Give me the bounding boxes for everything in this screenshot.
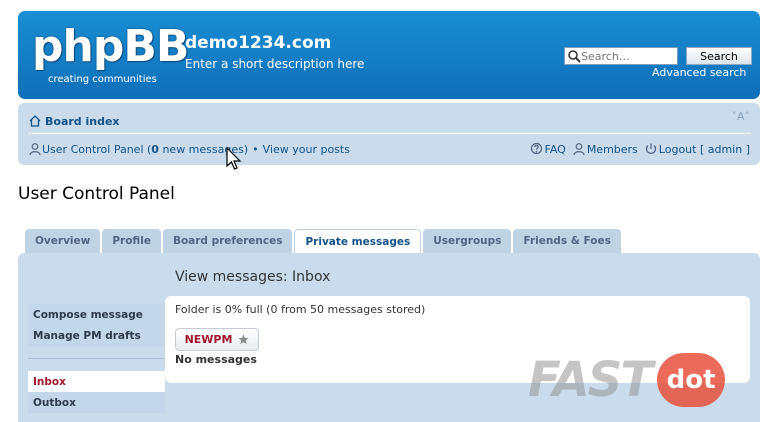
link-separator: •: [252, 142, 259, 156]
board-index-label: Board index: [45, 114, 120, 128]
tab-board-preferences[interactable]: Board preferences: [162, 229, 293, 253]
search-button[interactable]: Search: [686, 47, 752, 65]
star-icon: [238, 334, 249, 345]
tab-private-messages[interactable]: Private messages: [294, 229, 422, 254]
side-menu: Compose message Manage PM drafts Inbox O…: [28, 304, 165, 413]
watermark-dot: dot: [657, 353, 726, 407]
help-icon: [530, 142, 542, 155]
tab-friends-foes[interactable]: Friends & Foes: [513, 229, 621, 253]
logo-tagline: creating communities: [48, 74, 157, 85]
side-item-drafts[interactable]: Manage PM drafts: [28, 325, 165, 346]
side-item-compose[interactable]: Compose message: [28, 304, 165, 325]
navbar: Board index ˅A˄ User Control Panel (0 ne…: [18, 103, 760, 165]
side-menu-divider: [28, 358, 165, 359]
ucp-tabs: Overview Profile Board preferences Priva…: [25, 229, 621, 254]
search-input[interactable]: [581, 49, 675, 63]
advanced-search-link[interactable]: Advanced search: [652, 66, 746, 79]
logo-text: phpBB: [32, 21, 189, 72]
fastdot-watermark: FAST dot: [528, 352, 726, 408]
view-title: View messages: Inbox: [175, 269, 331, 285]
search-icon: [568, 50, 581, 63]
side-item-inbox[interactable]: Inbox: [28, 371, 165, 392]
page-title: User Control Panel: [18, 184, 175, 204]
watermark-fast: FAST: [528, 352, 653, 408]
power-icon: [645, 143, 656, 154]
font-size-control[interactable]: ˅A˄: [731, 110, 750, 123]
folder-status: Folder is 0% full (0 from 50 messages st…: [175, 303, 426, 316]
new-pm-label: NEWPM: [184, 333, 233, 346]
new-pm-button[interactable]: NEWPM: [175, 328, 259, 351]
new-message-count: 0: [151, 142, 159, 156]
faq-link[interactable]: FAQ: [530, 142, 566, 156]
side-item-outbox[interactable]: Outbox: [28, 392, 165, 413]
nav-user-links: User Control Panel (0 new messages) • Vi…: [28, 142, 350, 156]
mouse-cursor-icon: [226, 147, 242, 170]
home-icon: [29, 115, 41, 127]
tab-usergroups[interactable]: Usergroups: [423, 229, 512, 253]
members-icon: [573, 143, 585, 156]
view-posts-link[interactable]: View your posts: [263, 143, 350, 156]
nav-divider: [28, 133, 750, 134]
board-index-link[interactable]: Board index: [28, 114, 120, 128]
nav-right-links: FAQ Members Logout [ admin ]: [530, 142, 750, 156]
tab-overview[interactable]: Overview: [25, 229, 101, 253]
site-title: demo1234.com: [185, 33, 332, 53]
search-box[interactable]: [564, 47, 678, 65]
site-description: Enter a short description here: [185, 57, 365, 71]
no-messages-text: No messages: [175, 353, 257, 366]
tab-profile[interactable]: Profile: [102, 229, 161, 253]
site-header: phpBB creating communities demo1234.com …: [18, 11, 760, 99]
ucp-link[interactable]: User Control Panel (0 new messages): [42, 143, 248, 156]
logout-link[interactable]: Logout [ admin ]: [644, 142, 750, 156]
user-icon: [29, 143, 41, 156]
site-logo[interactable]: phpBB creating communities: [32, 23, 189, 87]
members-link[interactable]: Members: [572, 142, 638, 156]
